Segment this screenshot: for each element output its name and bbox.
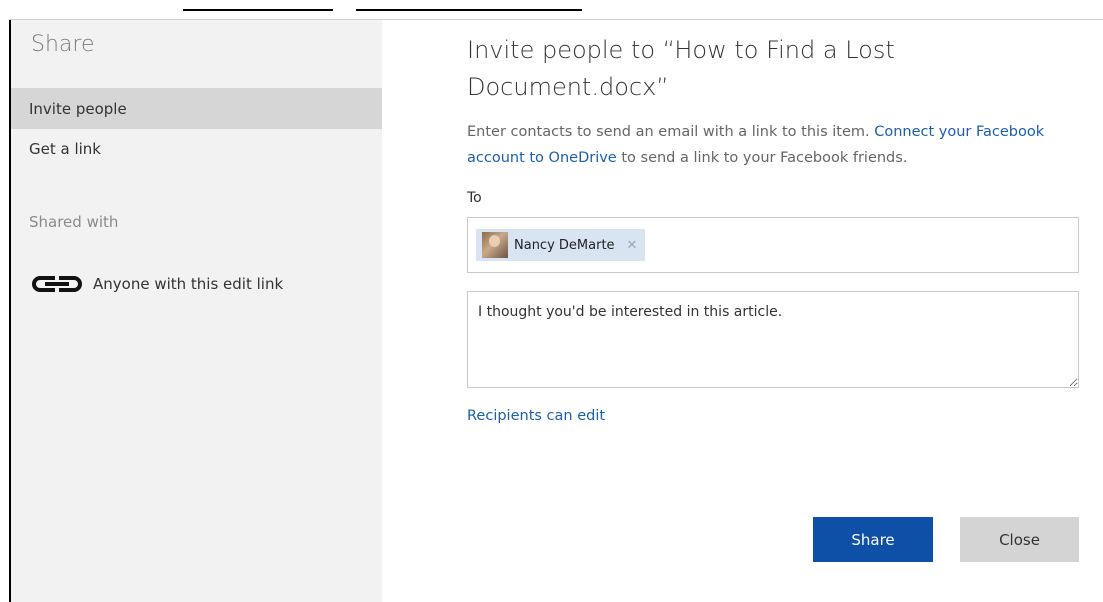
recipient-chip[interactable]: Nancy DeMarte ✕ [476, 229, 646, 261]
nav-get-a-link-label: Get a link [29, 140, 101, 158]
top-rule-2 [356, 9, 582, 11]
sidebar-title: Share [31, 32, 95, 57]
instructions-text: Enter contacts to send an email with a l… [467, 119, 1087, 171]
frame-top-marks [0, 0, 1103, 20]
share-sidebar: Share Invite people Get a link Shared wi… [11, 20, 382, 602]
recipient-name: Nancy DeMarte [514, 237, 615, 253]
avatar [482, 232, 508, 258]
recipients-can-edit-link[interactable]: Recipients can edit [467, 408, 605, 424]
shared-with-entry[interactable]: Anyone with this edit link [29, 274, 283, 294]
shared-with-heading: Shared with [29, 213, 119, 231]
invite-panel: Invite people to “How to Find a Lost Doc… [382, 20, 1103, 602]
share-button[interactable]: Share [813, 517, 933, 562]
dialog-title: Invite people to “How to Find a Lost Doc… [467, 36, 895, 101]
nav-get-a-link[interactable]: Get a link [11, 133, 382, 165]
link-icon [32, 276, 82, 292]
nav-invite-people[interactable]: Invite people [11, 88, 382, 129]
instructions-suffix: to send a link to your Facebook friends. [616, 150, 908, 166]
close-button[interactable]: Close [960, 517, 1079, 562]
message-field[interactable]: I thought you'd be interested in this ar… [467, 291, 1079, 388]
to-field[interactable]: Nancy DeMarte ✕ [467, 217, 1079, 273]
to-label: To [467, 190, 482, 206]
top-rule-1 [183, 9, 333, 11]
shared-with-entry-label: Anyone with this edit link [93, 275, 284, 293]
instructions-prefix: Enter contacts to send an email with a l… [467, 124, 875, 140]
nav-invite-people-label: Invite people [29, 99, 127, 118]
close-icon[interactable]: ✕ [627, 238, 638, 253]
